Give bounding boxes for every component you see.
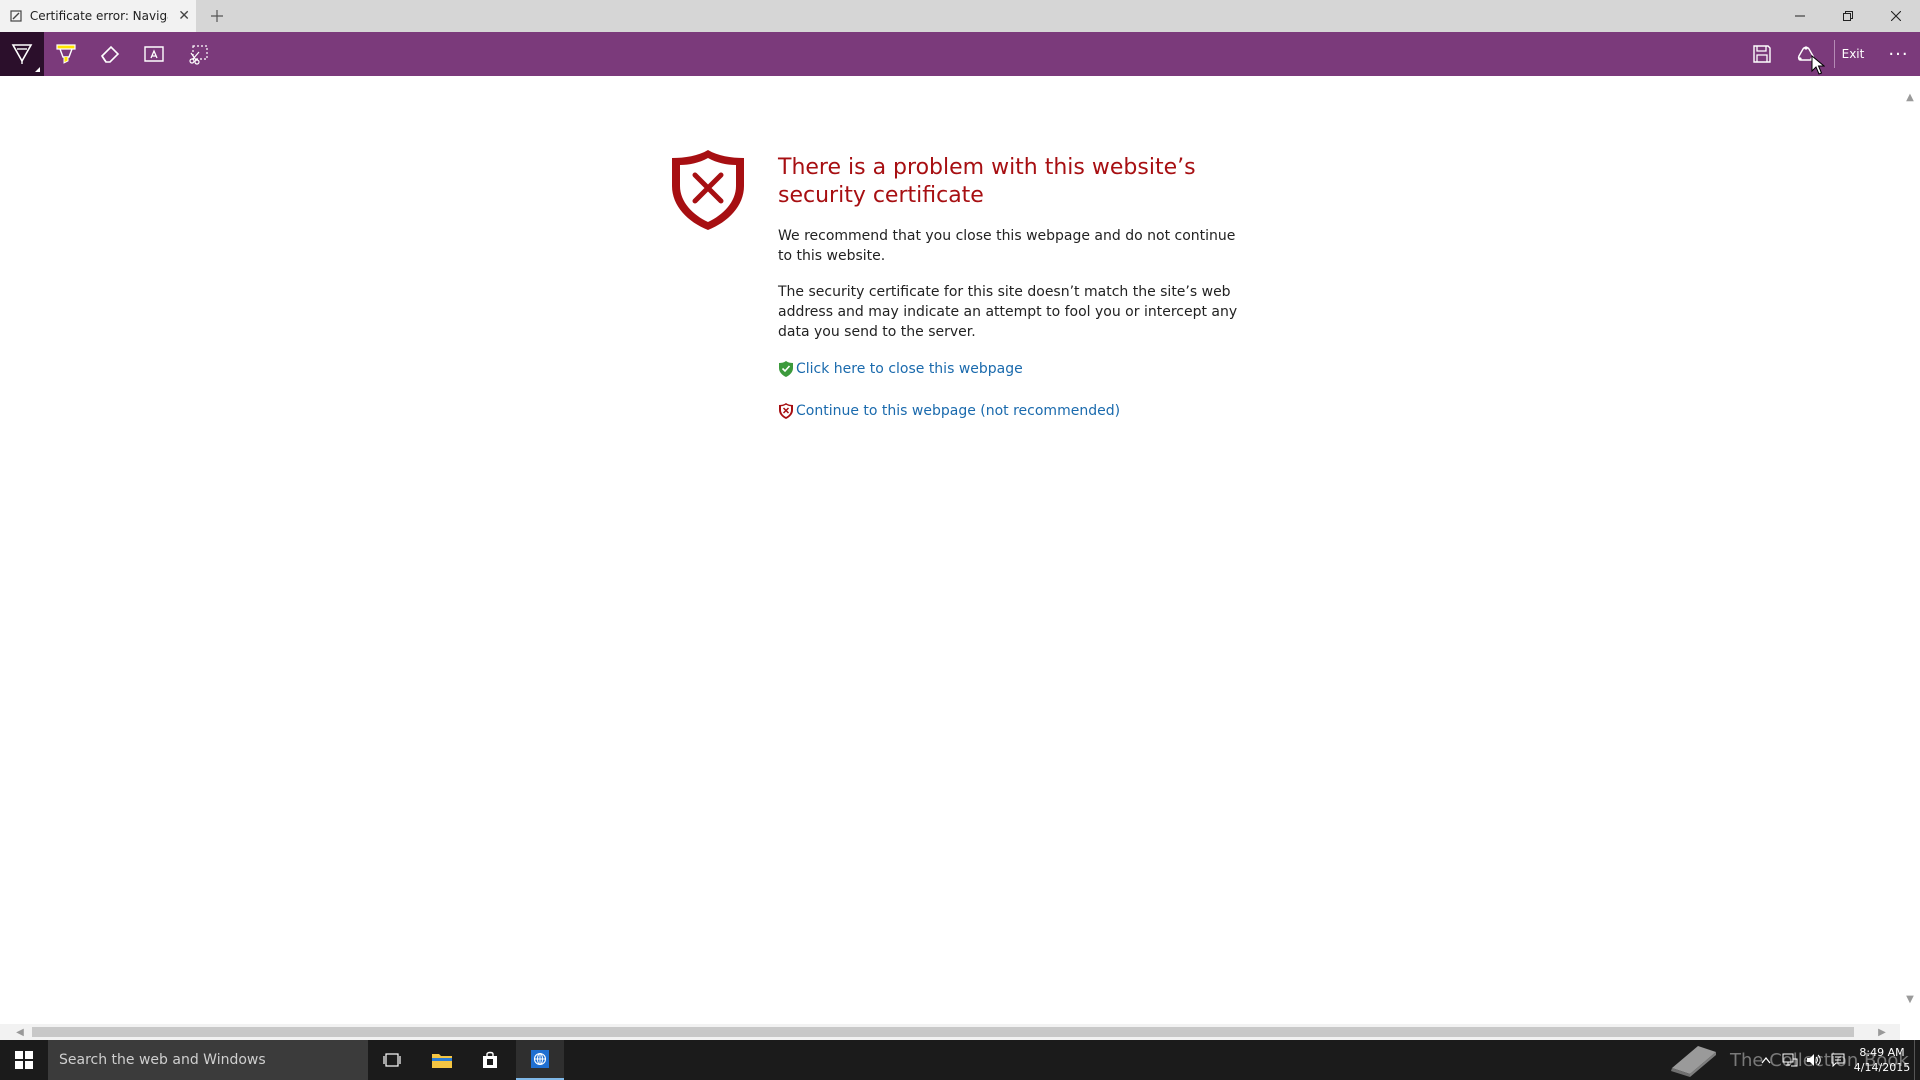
- pen-icon: [11, 44, 33, 64]
- close-icon: [1891, 11, 1901, 21]
- notifications-button[interactable]: [1826, 1040, 1850, 1080]
- restore-icon: [1843, 11, 1853, 21]
- window-controls: [1776, 0, 1920, 32]
- typed-note-tool-button[interactable]: [132, 32, 176, 76]
- action-center-icon: [1831, 1053, 1845, 1067]
- tab-close-icon[interactable]: ✕: [172, 4, 196, 28]
- minimize-button[interactable]: [1776, 0, 1824, 32]
- continue-webpage-row: Continue to this webpage (not recommende…: [778, 402, 1120, 420]
- web-note-icon: [8, 8, 24, 24]
- system-tray: 8:49 AM 4/14/2015: [1754, 1040, 1920, 1080]
- chevron-up-icon: [1761, 1057, 1771, 1064]
- tool-options-indicator: [35, 67, 40, 72]
- taskbar: Search the web and Windows The Collectio…: [0, 1040, 1920, 1080]
- page-content: There is a problem with this website’s s…: [0, 76, 1900, 1024]
- save-icon: [1753, 45, 1771, 63]
- scroll-left-icon[interactable]: ◀: [14, 1026, 26, 1038]
- windows-logo-icon: [15, 1051, 33, 1069]
- exit-button[interactable]: Exit: [1833, 32, 1873, 76]
- close-webpage-link[interactable]: Click here to close this webpage: [796, 361, 1023, 377]
- more-button[interactable]: ···: [1877, 32, 1920, 76]
- task-view-icon: [383, 1053, 401, 1067]
- minimize-icon: [1795, 15, 1805, 17]
- restore-button[interactable]: [1824, 0, 1872, 32]
- clock-date: 4/14/2015: [1853, 1061, 1911, 1074]
- task-view-button[interactable]: [368, 1040, 416, 1080]
- clip-icon: [189, 45, 208, 65]
- recommendation-text: We recommend that you close this webpage…: [778, 228, 1236, 264]
- new-tab-button[interactable]: [204, 4, 230, 28]
- highlighter-tool-button[interactable]: [44, 32, 88, 76]
- vertical-scrollbar[interactable]: ▲ ▼: [1900, 76, 1920, 1024]
- tab-title: Certificate error: Navigatio: [29, 9, 168, 23]
- network-icon: [1782, 1053, 1798, 1067]
- typed-note-icon: [144, 46, 164, 62]
- browser-taskbar-button[interactable]: [516, 1040, 564, 1080]
- folder-icon: [432, 1054, 452, 1068]
- horizontal-scrollbar[interactable]: ◀ ▶: [0, 1024, 1900, 1040]
- store-bag-icon: [483, 1051, 497, 1068]
- red-shield-icon: [779, 403, 793, 419]
- show-hidden-icons-button[interactable]: [1754, 1040, 1778, 1080]
- save-web-note-button[interactable]: [1740, 32, 1784, 76]
- taskbar-clock[interactable]: 8:49 AM 4/14/2015: [1850, 1040, 1914, 1080]
- browser-globe-icon: [531, 1050, 549, 1068]
- continue-webpage-link[interactable]: Continue to this webpage (not recommende…: [796, 403, 1120, 419]
- eraser-icon: [100, 45, 120, 63]
- scroll-right-icon[interactable]: ▶: [1876, 1026, 1888, 1038]
- clip-tool-button[interactable]: [176, 32, 220, 76]
- title-bar: Certificate error: Navigatio ✕: [0, 0, 1920, 32]
- eraser-tool-button[interactable]: [88, 32, 132, 76]
- browser-tab[interactable]: Certificate error: Navigatio ✕: [0, 0, 196, 32]
- plus-icon: [211, 10, 223, 22]
- show-desktop-button[interactable]: [1914, 1040, 1920, 1080]
- pen-tool-button[interactable]: [0, 32, 44, 76]
- volume-button[interactable]: [1802, 1040, 1826, 1080]
- green-shield-icon: [779, 361, 793, 377]
- web-note-toolbar: Exit ···: [0, 32, 1920, 76]
- scroll-down-icon[interactable]: ▼: [1905, 994, 1915, 1005]
- error-shield-icon: [672, 150, 744, 230]
- file-explorer-button[interactable]: [418, 1040, 466, 1080]
- clock-time: 8:49 AM: [1859, 1046, 1905, 1059]
- highlighter-icon: [56, 44, 76, 64]
- start-button[interactable]: [0, 1040, 48, 1080]
- taskbar-search-box[interactable]: Search the web and Windows: [48, 1040, 368, 1080]
- speaker-icon: [1807, 1054, 1821, 1066]
- book-logo-icon: [1671, 1046, 1716, 1077]
- store-button[interactable]: [466, 1040, 514, 1080]
- close-window-button[interactable]: [1872, 0, 1920, 32]
- close-webpage-row: Click here to close this webpage: [778, 360, 1023, 378]
- horizontal-scroll-thumb[interactable]: [32, 1027, 1854, 1037]
- scroll-up-icon[interactable]: ▲: [1905, 92, 1915, 103]
- certificate-explanation-text: The security certificate for this site d…: [778, 284, 1238, 340]
- network-button[interactable]: [1778, 1040, 1802, 1080]
- page-title: There is a problem with this website’s s…: [778, 155, 1196, 208]
- mouse-cursor-icon: [1811, 55, 1825, 75]
